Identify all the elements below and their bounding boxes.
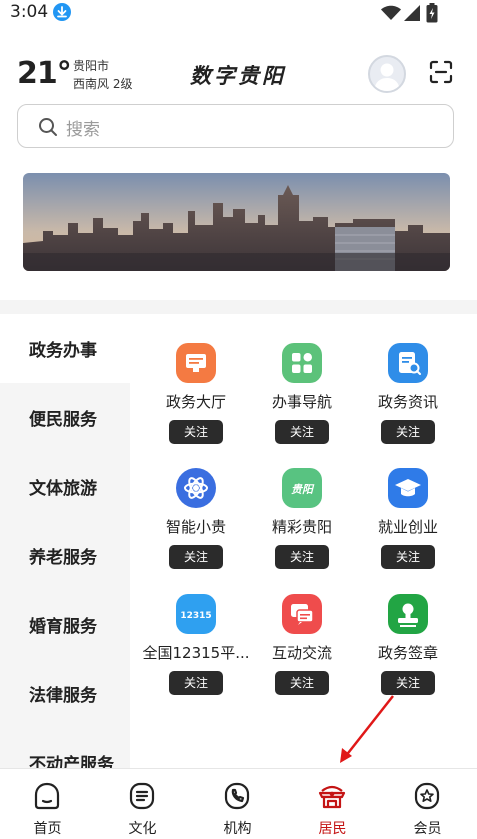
- follow-button[interactable]: 关注: [169, 545, 223, 569]
- follow-button[interactable]: 关注: [381, 545, 435, 569]
- sidebar-item-elderly-care[interactable]: 养老服务: [0, 521, 130, 590]
- service-label: 智能小贵: [165, 518, 226, 536]
- category-sidebar: 政务办事 便民服务 文体旅游 养老服务 婚育服务 法律服务 不动产服务: [0, 314, 130, 768]
- tab-label: 文化: [128, 821, 157, 837]
- ai-atom-icon: [176, 468, 216, 508]
- sidebar-item-real-estate[interactable]: 不动产服务: [0, 728, 130, 768]
- search-placeholder: 搜索: [66, 120, 100, 140]
- service-label: 办事导航: [271, 393, 332, 411]
- status-time: 3:04: [10, 2, 49, 22]
- graduation-cap-icon: [388, 468, 428, 508]
- tab-residents[interactable]: 居民: [285, 769, 380, 839]
- avatar[interactable]: [368, 55, 406, 93]
- tab-institutions[interactable]: 机构: [190, 769, 285, 839]
- 12315-icon: 12315: [176, 594, 216, 634]
- weather-city: 贵阳市: [73, 59, 110, 73]
- city-banner-image[interactable]: [23, 173, 450, 271]
- sidebar-item-label: 养老服务: [29, 548, 97, 568]
- document-lines-icon: [127, 781, 157, 815]
- sidebar-item-label: 政务办事: [29, 341, 97, 361]
- sidebar-item-label: 法律服务: [29, 686, 97, 706]
- sidebar-item-label: 不动产服务: [29, 755, 114, 768]
- sidebar-item-legal[interactable]: 法律服务: [0, 659, 130, 728]
- home-icon: [32, 781, 62, 815]
- sidebar-item-government-affairs[interactable]: 政务办事: [0, 314, 130, 383]
- tab-label: 首页: [33, 821, 62, 837]
- service-item[interactable]: 智能小贵 关注: [146, 468, 246, 578]
- sidebar-item-convenience[interactable]: 便民服务: [0, 383, 130, 452]
- 12315-logo-text: 12315: [180, 611, 211, 621]
- phone-icon: [222, 781, 252, 815]
- service-label: 就业创业: [377, 518, 438, 536]
- follow-button[interactable]: 关注: [169, 671, 223, 695]
- follow-button[interactable]: 关注: [275, 671, 329, 695]
- tab-member[interactable]: 会员: [380, 769, 475, 839]
- news-search-icon: [388, 343, 428, 383]
- sidebar-item-culture-tourism[interactable]: 文体旅游: [0, 452, 130, 521]
- sidebar-item-label: 婚育服务: [29, 617, 97, 637]
- sidebar-item-marriage-birth[interactable]: 婚育服务: [0, 590, 130, 659]
- app-title: 数字贵阳: [190, 63, 286, 88]
- chat-bubble-icon: [282, 594, 322, 634]
- user-avatar-icon: [374, 63, 400, 91]
- service-item[interactable]: 12315 全国12315平... 关注: [142, 594, 250, 704]
- tab-home[interactable]: 首页: [0, 769, 95, 839]
- service-item[interactable]: 政务签章 关注: [358, 594, 458, 704]
- tab-label: 机构: [223, 821, 252, 837]
- weather-temperature: 21°: [17, 56, 72, 91]
- weather-wind: 西南风 2级: [73, 77, 133, 91]
- service-label: 政务大厅: [165, 393, 226, 411]
- seal-stamp-icon: [388, 594, 428, 634]
- follow-button[interactable]: 关注: [275, 545, 329, 569]
- scan-icon[interactable]: [429, 60, 453, 88]
- service-item[interactable]: 就业创业 关注: [358, 468, 458, 578]
- download-icon: [53, 3, 71, 21]
- follow-button[interactable]: 关注: [381, 671, 435, 695]
- sidebar-item-label: 便民服务: [29, 410, 97, 430]
- follow-button[interactable]: 关注: [381, 420, 435, 444]
- service-item[interactable]: 政务资讯 关注: [358, 343, 458, 453]
- wifi-icon: [381, 5, 401, 25]
- status-bar: 3:04: [0, 0, 477, 26]
- member-star-icon: [412, 781, 442, 815]
- service-label: 政务签章: [377, 644, 438, 662]
- service-label: 全国12315平...: [142, 644, 250, 662]
- sidebar-item-label: 文体旅游: [29, 479, 97, 499]
- service-label: 精彩贵阳: [271, 518, 332, 536]
- bottom-tab-bar: 首页 文化 机构 居民 会员: [0, 768, 477, 839]
- guiyang-logo-icon: 贵阳: [282, 468, 322, 508]
- search-input[interactable]: 搜索: [17, 104, 454, 148]
- follow-button[interactable]: 关注: [275, 420, 329, 444]
- hall-screen-icon: [176, 343, 216, 383]
- service-label: 互动交流: [271, 644, 332, 662]
- service-label: 政务资讯: [377, 393, 438, 411]
- signal-icon: [404, 5, 420, 25]
- follow-button[interactable]: 关注: [169, 420, 223, 444]
- service-item[interactable]: 政务大厅 关注: [146, 343, 246, 453]
- tab-culture[interactable]: 文化: [95, 769, 190, 839]
- section-divider: [0, 300, 477, 314]
- service-item[interactable]: 互动交流 关注: [252, 594, 352, 704]
- tab-label: 会员: [413, 821, 442, 837]
- service-item[interactable]: 贵阳 精彩贵阳 关注: [252, 468, 352, 578]
- guiyang-logo-text: 贵阳: [291, 483, 315, 496]
- tab-label: 居民: [318, 821, 347, 837]
- search-icon: [38, 117, 58, 141]
- service-item[interactable]: 办事导航 关注: [252, 343, 352, 453]
- navigation-grid-icon: [282, 343, 322, 383]
- battery-icon: [426, 3, 438, 27]
- residents-icon: [317, 781, 347, 815]
